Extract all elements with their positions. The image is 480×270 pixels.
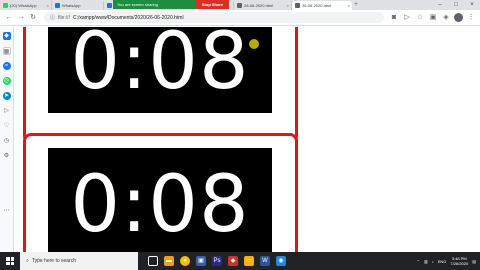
close-tab-icon[interactable]: ×: [47, 1, 49, 10]
word-icon[interactable]: W: [260, 256, 270, 266]
photoshop-icon[interactable]: Ps: [212, 256, 222, 266]
heart-icon[interactable]: ♡: [3, 122, 11, 130]
messenger-icon[interactable]: ≈: [2, 62, 11, 70]
browser-toolbar: ← → ↻ ⓘ file:/// C:/xampp/www/Documents/…: [0, 10, 480, 26]
close-tab-icon[interactable]: ×: [287, 1, 289, 10]
page-icon: [107, 3, 112, 8]
timer-card: 0:08: [23, 133, 298, 252]
browser-tab-strip: (20) WhatsApp × WhatsApp 26-06-2020.html…: [0, 0, 480, 10]
clock[interactable]: 3:48 PM 7/26/2020: [450, 256, 468, 266]
store-icon[interactable]: ▦: [2, 47, 11, 55]
browser-tab[interactable]: WhatsApp: [52, 1, 104, 10]
file-icon: [237, 3, 242, 8]
mouse-cursor-highlight: [249, 39, 259, 49]
search-icon: ⌕: [26, 258, 29, 264]
settings-icon[interactable]: ⚙: [3, 152, 11, 160]
network-icon[interactable]: ▥: [424, 259, 428, 264]
bookmark-star-icon[interactable]: ☆: [415, 13, 425, 23]
browser-tab[interactable]: (20) WhatsApp ×: [0, 1, 52, 10]
share-message: You are screen sharing: [117, 2, 158, 7]
minimize-icon[interactable]: –: [432, 0, 448, 10]
notifications-icon[interactable]: ▤: [472, 259, 476, 264]
browser-tab[interactable]: 26-06-2020.html ×: [234, 1, 292, 10]
browser-logo-icon[interactable]: ◆: [2, 32, 11, 40]
close-window-icon[interactable]: ×: [464, 0, 480, 10]
tab-title: WhatsApp: [62, 3, 81, 8]
page-content: 0:08 0:08: [14, 27, 480, 252]
browser-app-icon[interactable]: ◆: [228, 256, 238, 266]
chevron-up-icon[interactable]: ⌃: [417, 259, 420, 264]
volume-icon[interactable]: ♪: [432, 259, 434, 264]
folder-icon[interactable]: ▭: [244, 256, 254, 266]
play-icon[interactable]: ▷: [402, 13, 412, 23]
start-button[interactable]: [0, 252, 20, 270]
history-icon[interactable]: ◷: [3, 137, 11, 145]
send-icon[interactable]: ▷: [3, 107, 11, 115]
browser-tab-active[interactable]: 26-06-2020.html ×: [292, 1, 352, 10]
camera-icon[interactable]: ◙: [389, 13, 399, 23]
stop-share-button[interactable]: Stop Share: [195, 0, 229, 9]
address-bar[interactable]: ⓘ file:/// C:/xampp/www/Documents/2020/2…: [44, 12, 384, 23]
screen-share-banner: You are screen sharing Stop Share: [113, 0, 229, 9]
file-explorer-icon[interactable]: ▬: [164, 256, 174, 266]
taskbar: ⌕ Type here to search ▬ ● ▣ Ps ◆ ▭ W ◉ ⌃…: [0, 252, 480, 270]
new-tab-button[interactable]: +: [352, 1, 360, 10]
page-icon: [55, 3, 60, 8]
maximize-icon[interactable]: □: [448, 0, 464, 10]
reload-icon[interactable]: ↻: [28, 13, 38, 23]
extensions-icon[interactable]: ▣: [428, 13, 438, 23]
window-controls: – □ ×: [432, 0, 480, 10]
forward-icon[interactable]: →: [16, 13, 26, 23]
app-icon[interactable]: ▣: [196, 256, 206, 266]
file-info-icon: ⓘ: [50, 15, 56, 21]
chrome-icon[interactable]: ●: [180, 256, 190, 266]
taskbar-apps: ▬ ● ▣ Ps ◆ ▭ W ◉: [148, 256, 286, 266]
tab-title: 26-06-2020.html: [302, 3, 332, 8]
windows-logo-icon: [6, 257, 14, 265]
tab-title: 26-06-2020.html: [244, 3, 274, 8]
whatsapp-icon: [3, 3, 8, 8]
whatsapp-icon[interactable]: ◎: [2, 77, 11, 85]
toolbar-actions: ◙ ▷ ☆ ▣ ◈ ⋮: [389, 13, 476, 23]
file-icon: [295, 3, 300, 8]
timer-display: 0:08: [48, 27, 272, 113]
clock-date: 7/26/2020: [450, 261, 469, 266]
timer-display: 0:08: [48, 148, 272, 252]
more-icon[interactable]: ⋯: [3, 207, 11, 215]
back-icon[interactable]: ←: [4, 13, 14, 23]
language-indicator[interactable]: ENG: [438, 259, 447, 264]
search-placeholder: Type here to search: [31, 258, 77, 264]
close-tab-icon[interactable]: ×: [348, 1, 350, 10]
shield-icon[interactable]: ◈: [441, 13, 451, 23]
tab-title: (20) WhatsApp: [10, 3, 37, 8]
taskbar-search[interactable]: ⌕ Type here to search: [20, 252, 138, 270]
task-view-icon[interactable]: [148, 256, 158, 266]
system-tray: ⌃ ▥ ♪ ENG 3:48 PM 7/26/2020 ▤: [417, 256, 480, 266]
url-protocol: file:///: [58, 14, 70, 21]
browser-side-panel: ◆ ▦ ≈ ◎ ➤ ▷ ♡ ◷ ⚙ ⋯: [0, 27, 14, 252]
menu-icon[interactable]: ⋮: [466, 13, 476, 23]
url-text: C:/xampp/www/Documents/2020/26-06-2020.h…: [72, 14, 184, 21]
app-icon-2[interactable]: ◉: [276, 256, 286, 266]
profile-avatar[interactable]: [454, 13, 463, 22]
telegram-icon[interactable]: ➤: [2, 92, 11, 100]
screen: (20) WhatsApp × WhatsApp 26-06-2020.html…: [0, 0, 480, 270]
